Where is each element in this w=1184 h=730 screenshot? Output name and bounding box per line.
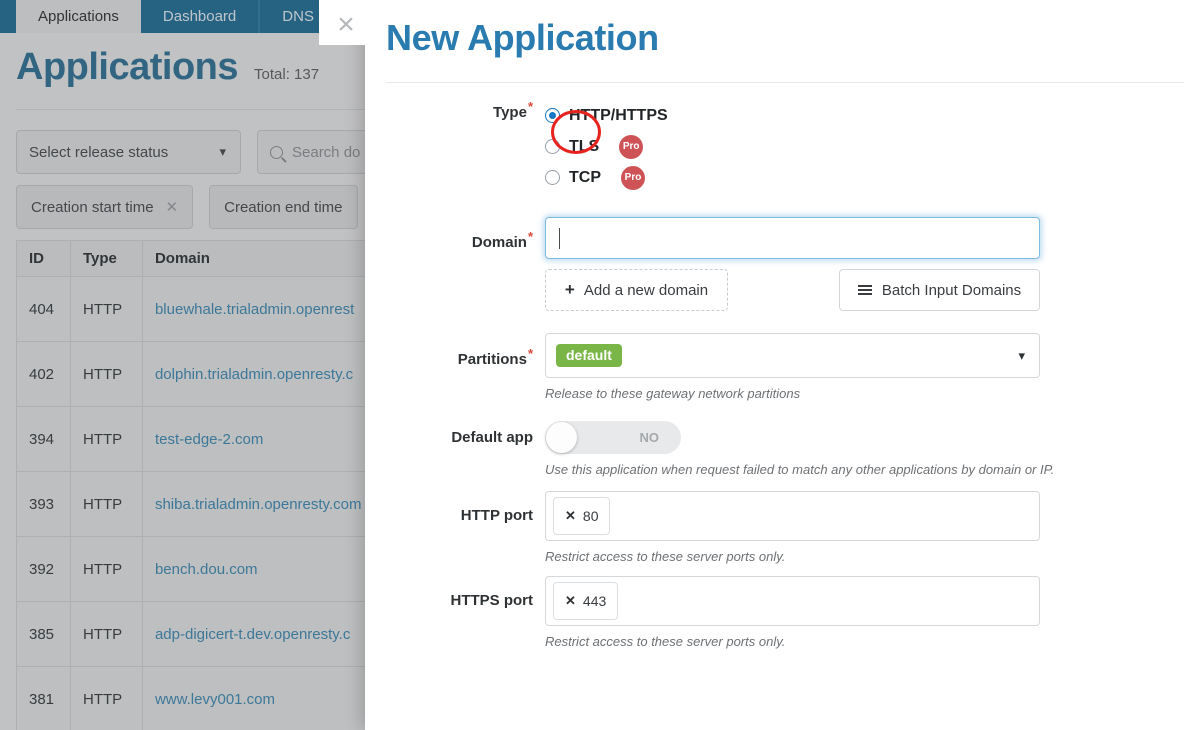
pro-badge: Pro <box>621 165 645 190</box>
close-icon[interactable]: × <box>329 8 363 42</box>
batch-input-domains-label: Batch Input Domains <box>881 281 1022 299</box>
type-options: HTTP/HTTPS TLS Pro TCP Pro <box>545 100 1184 193</box>
http-port-hint: Restrict access to these server ports on… <box>545 549 786 564</box>
https-port-label: HTTPS port <box>365 576 545 608</box>
remove-icon[interactable]: ✕ <box>565 508 576 524</box>
dialog-title: New Application <box>386 17 659 58</box>
partitions-controls: default ▾ Release to these gateway netwo… <box>545 333 1184 401</box>
port-tag-value: 80 <box>582 508 599 524</box>
http-port-controls: ✕ 80 Restrict access to these server por… <box>545 491 1184 564</box>
port-tag-value: 443 <box>582 593 607 609</box>
default-app-label-text: Default app <box>451 429 533 446</box>
https-port-hint: Restrict access to these server ports on… <box>545 634 786 649</box>
https-port-label-text: HTTPS port <box>450 592 534 609</box>
text-caret <box>559 228 560 249</box>
toggle-state-label: NO <box>639 430 660 445</box>
form-row-default-app: Default app NO Use this application when… <box>365 421 1184 477</box>
type-label-text: Type <box>493 104 527 121</box>
radio-icon-selected[interactable] <box>545 108 560 123</box>
new-application-dialog: × New Application Type* HTTP/HTTPS TLS P… <box>319 0 1184 730</box>
hamburger-icon <box>857 284 872 296</box>
domain-label: Domain* <box>365 217 545 250</box>
domain-input[interactable] <box>545 217 1040 259</box>
pro-badge: Pro <box>619 134 644 159</box>
form-row-type: Type* HTTP/HTTPS TLS Pro TCP Pro <box>365 100 1184 193</box>
form-row-domain: Domain* + Add a new domain Batch Input D <box>365 217 1184 311</box>
radio-label-tls: TLS <box>569 137 600 155</box>
add-new-domain-button[interactable]: + Add a new domain <box>545 269 728 311</box>
radio-icon[interactable] <box>545 170 560 185</box>
default-app-controls: NO Use this application when request fai… <box>545 421 1184 477</box>
dialog-title-divider <box>386 82 1184 83</box>
https-port-controls: ✕ 443 Restrict access to these server po… <box>545 576 1184 649</box>
radio-option-http-https[interactable]: HTTP/HTTPS <box>545 100 1184 131</box>
new-application-form: Type* HTTP/HTTPS TLS Pro TCP Pro Domain*… <box>365 100 1184 649</box>
default-app-label: Default app <box>365 421 545 445</box>
default-app-hint: Use this application when request failed… <box>545 462 1055 477</box>
batch-input-domains-button[interactable]: Batch Input Domains <box>839 269 1040 311</box>
domain-controls: + Add a new domain Batch Input Domains <box>545 217 1184 311</box>
port-tag[interactable]: ✕ 443 <box>553 582 619 620</box>
required-mark: * <box>527 346 533 361</box>
required-mark: * <box>527 99 533 114</box>
remove-icon[interactable]: ✕ <box>565 593 576 609</box>
form-row-partitions: Partitions* default ▾ Release to these g… <box>365 333 1184 401</box>
form-row-http-port: HTTP port ✕ 80 Restrict access to these … <box>365 491 1184 564</box>
http-port-label-text: HTTP port <box>460 507 533 524</box>
toggle-knob <box>546 422 577 453</box>
default-app-toggle[interactable]: NO <box>545 421 681 454</box>
port-tag[interactable]: ✕ 80 <box>553 497 611 535</box>
radio-option-tcp[interactable]: TCP Pro <box>545 162 1184 193</box>
chevron-down-icon: ▾ <box>1018 347 1025 363</box>
partitions-label-text: Partitions <box>457 351 527 368</box>
domain-label-text: Domain <box>471 234 527 251</box>
partitions-select[interactable]: default ▾ <box>545 333 1040 378</box>
screen: Applications Dashboard DNS Applications … <box>0 0 1184 730</box>
http-port-label: HTTP port <box>365 491 545 523</box>
partitions-hint: Release to these gateway network partiti… <box>545 386 801 401</box>
type-label: Type* <box>365 100 545 120</box>
radio-icon[interactable] <box>545 139 560 154</box>
form-row-https-port: HTTPS port ✕ 443 Restrict access to thes… <box>365 576 1184 649</box>
add-new-domain-label: Add a new domain <box>583 281 709 299</box>
partitions-label: Partitions* <box>365 333 545 367</box>
radio-label-tcp: TCP <box>569 168 601 186</box>
radio-label-http-https: HTTP/HTTPS <box>569 106 668 124</box>
radio-option-tls[interactable]: TLS Pro <box>545 131 1184 162</box>
http-port-input[interactable]: ✕ 80 <box>545 491 1040 541</box>
partition-tag-default[interactable]: default <box>556 344 622 367</box>
domain-buttons: + Add a new domain Batch Input Domains <box>545 269 1040 311</box>
required-mark: * <box>527 229 533 244</box>
plus-icon: + <box>564 280 575 299</box>
https-port-input[interactable]: ✕ 443 <box>545 576 1040 626</box>
